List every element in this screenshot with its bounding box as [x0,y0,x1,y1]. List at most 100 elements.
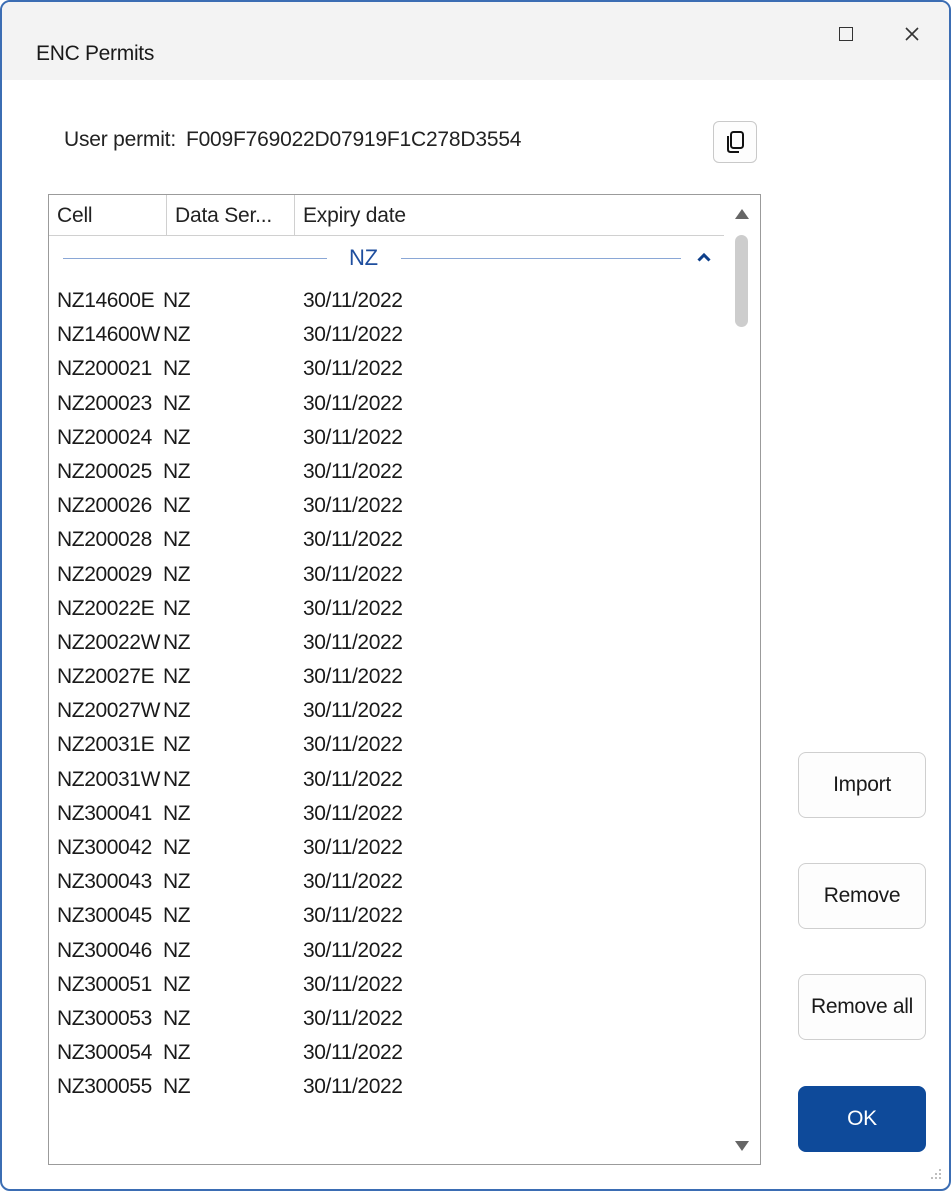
table-row[interactable]: NZ20031E NZ 30/11/2022 [49,727,724,761]
maximize-icon [839,27,853,41]
row-cell-name: NZ300043 [57,870,152,894]
table-row[interactable]: NZ300041 NZ 30/11/2022 [49,796,724,830]
enc-permits-dialog: ENC Permits User permit: F009F769022D0791… [0,0,951,1191]
table-row[interactable]: NZ20027W NZ 30/11/2022 [49,693,724,727]
table-row[interactable]: NZ200028 NZ 30/11/2022 [49,522,724,556]
table-row[interactable]: NZ20022E NZ 30/11/2022 [49,591,724,625]
group-collapse-toggle[interactable] [695,249,713,265]
row-data-series: NZ [163,1075,191,1099]
table-row[interactable]: NZ14600E NZ 30/11/2022 [49,283,724,317]
row-expiry-date: 30/11/2022 [303,870,403,894]
row-cell-name: NZ14600E [57,289,155,312]
table-row[interactable]: NZ300043 NZ 30/11/2022 [49,864,724,898]
row-cell-name: NZ20022W [57,630,161,654]
row-data-series: NZ [163,1041,191,1065]
table-row[interactable]: NZ300053 NZ 30/11/2022 [49,1001,724,1035]
scroll-down-arrow-icon[interactable] [735,1141,749,1151]
remove-all-button[interactable]: Remove all [798,974,926,1040]
row-expiry-date: 30/11/2022 [303,459,403,483]
permit-rows: NZ14600E NZ 30/11/2022 NZ14600W NZ 30/11/2022… [49,283,724,1104]
table-row[interactable]: NZ20022W NZ 30/11/2022 [49,625,724,659]
row-expiry-date: 30/11/2022 [303,665,403,689]
row-expiry-date: 30/11/2022 [303,562,403,586]
row-cell-name: NZ200021 [57,357,152,381]
table-row[interactable]: NZ200023 NZ 30/11/2022 [49,386,724,420]
user-permit-value: F009F769022D07919F1C278D3554 [185,128,522,151]
column-header-expiry-date[interactable]: Expiry date [295,195,724,235]
row-data-series: NZ [163,699,191,723]
copy-permit-button[interactable] [713,121,757,163]
table-row[interactable]: NZ200021 NZ 30/11/2022 [49,351,724,385]
row-expiry-date: 30/11/2022 [303,289,403,312]
table-row[interactable]: NZ14600W NZ 30/11/2022 [49,317,724,351]
import-button[interactable]: Import [798,752,926,818]
row-data-series: NZ [163,528,191,552]
column-header-cell[interactable]: Cell [49,195,167,235]
row-data-series: NZ [163,494,191,518]
row-expiry-date: 30/11/2022 [303,596,403,620]
table-row[interactable]: NZ20027E NZ 30/11/2022 [49,659,724,693]
row-data-series: NZ [163,630,191,654]
scroll-up-arrow-icon[interactable] [735,209,749,219]
row-data-series: NZ [163,767,191,791]
close-icon [905,27,919,41]
resize-grip-icon[interactable] [930,1168,942,1180]
row-expiry-date: 30/11/2022 [303,699,403,723]
row-cell-name: NZ200024 [57,425,152,449]
row-cell-name: NZ20031W [57,767,161,791]
row-data-series: NZ [163,870,191,894]
title-bar: ENC Permits [2,2,949,80]
row-data-series: NZ [163,562,191,586]
user-permit-label: User permit: [64,128,176,151]
row-data-series: NZ [163,836,191,859]
row-cell-name: NZ300046 [57,938,152,962]
table-row[interactable]: NZ300045 NZ 30/11/2022 [49,898,724,932]
row-data-series: NZ [163,904,191,928]
row-data-series: NZ [163,733,191,757]
table-row[interactable]: NZ300054 NZ 30/11/2022 [49,1035,724,1069]
group-divider-left [63,258,327,259]
maximize-button[interactable] [826,16,866,52]
row-expiry-date: 30/11/2022 [303,1006,403,1030]
permits-list[interactable]: Cell Data Ser... Expiry date NZ NZ14600E… [48,194,761,1165]
table-row[interactable]: NZ300051 NZ 30/11/2022 [49,967,724,1001]
table-row[interactable]: NZ300055 NZ 30/11/2022 [49,1069,724,1103]
table-row[interactable]: NZ300042 NZ 30/11/2022 [49,830,724,864]
user-permit-row: User permit: F009F769022D07919F1C278D3554 [64,128,521,152]
group-label: NZ [349,245,378,270]
row-cell-name: NZ200029 [57,562,152,586]
table-row[interactable]: NZ200025 NZ 30/11/2022 [49,454,724,488]
row-data-series: NZ [163,459,191,483]
row-expiry-date: 30/11/2022 [303,630,403,654]
row-expiry-date: 30/11/2022 [303,733,403,757]
close-button[interactable] [892,16,932,52]
list-header: Cell Data Ser... Expiry date [49,195,724,236]
row-cell-name: NZ20022E [57,596,155,620]
row-expiry-date: 30/11/2022 [303,1041,403,1065]
row-expiry-date: 30/11/2022 [303,494,403,518]
table-row[interactable]: NZ200026 NZ 30/11/2022 [49,488,724,522]
table-row[interactable]: NZ300046 NZ 30/11/2022 [49,933,724,967]
scroll-thumb[interactable] [735,235,748,327]
row-cell-name: NZ300041 [57,801,152,825]
column-header-data-series[interactable]: Data Ser... [167,195,295,235]
group-header-row[interactable]: NZ [49,237,724,277]
table-row[interactable]: NZ200029 NZ 30/11/2022 [49,557,724,591]
row-cell-name: NZ300055 [57,1075,152,1099]
table-row[interactable]: NZ200024 NZ 30/11/2022 [49,420,724,454]
row-cell-name: NZ20031E [57,733,155,757]
row-cell-name: NZ200025 [57,459,152,483]
remove-button[interactable]: Remove [798,863,926,929]
row-cell-name: NZ20027E [57,665,155,689]
row-data-series: NZ [163,289,191,312]
table-row[interactable]: NZ20031W NZ 30/11/2022 [49,762,724,796]
row-expiry-date: 30/11/2022 [303,972,403,996]
vertical-scrollbar[interactable] [724,195,760,1164]
chevron-up-icon [697,252,711,262]
ok-button[interactable]: OK [798,1086,926,1152]
row-expiry-date: 30/11/2022 [303,357,403,381]
row-expiry-date: 30/11/2022 [303,904,403,928]
row-expiry-date: 30/11/2022 [303,391,403,415]
row-data-series: NZ [163,323,191,347]
row-expiry-date: 30/11/2022 [303,836,403,859]
